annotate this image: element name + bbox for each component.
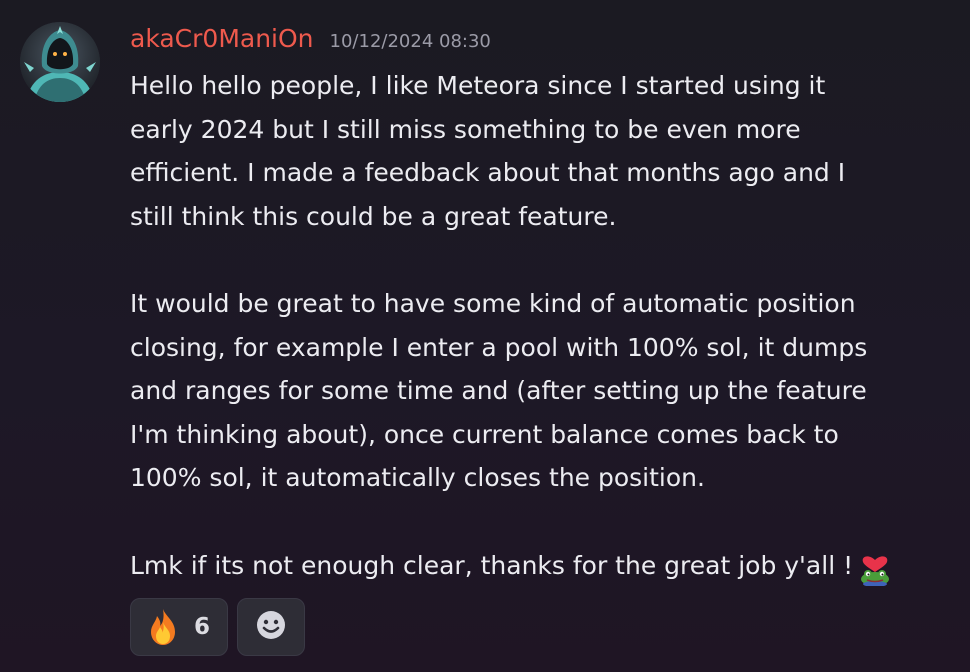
message-line: and ranges for some time and (after sett… (130, 376, 867, 406)
message-line: I'm thinking about), once current balanc… (130, 419, 839, 449)
chat-message: akaCr0ManiOn 10/12/2024 08:30 Hello hell… (0, 0, 970, 672)
message-line: early 2024 but I still miss something to… (130, 114, 801, 144)
message-line: 100% sol, it automatically closes the po… (130, 463, 705, 493)
message-line: It would be great to have some kind of a… (130, 288, 856, 318)
reaction-fire[interactable]: 6 (130, 598, 228, 656)
message-content: Hello hello people, I like Meteora since… (130, 64, 950, 587)
username[interactable]: akaCr0ManiOn (130, 24, 314, 53)
message-line: Hello hello people, I like Meteora since… (130, 71, 826, 100)
message-line: still think this could be a great featur… (130, 201, 617, 231)
message-line: efficient. I made a feedback about that … (130, 158, 846, 188)
pepe-heart-emoji-icon (857, 546, 893, 587)
message-line: closing, for example I enter a pool with… (130, 332, 868, 362)
reaction-count: 6 (194, 614, 211, 640)
reaction-bar: 6 (130, 598, 305, 656)
message-header: akaCr0ManiOn 10/12/2024 08:30 (130, 24, 491, 60)
message-line-last: Lmk if its not enough clear, thanks for … (130, 544, 950, 588)
message-line-text: Lmk if its not enough clear, thanks for … (130, 550, 854, 580)
user-avatar[interactable] (20, 22, 100, 102)
add-reaction-button[interactable] (237, 598, 305, 656)
timestamp: 10/12/2024 08:30 (329, 31, 491, 52)
hooded-figure-avatar-icon (20, 22, 100, 102)
fire-emoji-icon (142, 606, 184, 648)
smiley-icon (255, 609, 287, 645)
